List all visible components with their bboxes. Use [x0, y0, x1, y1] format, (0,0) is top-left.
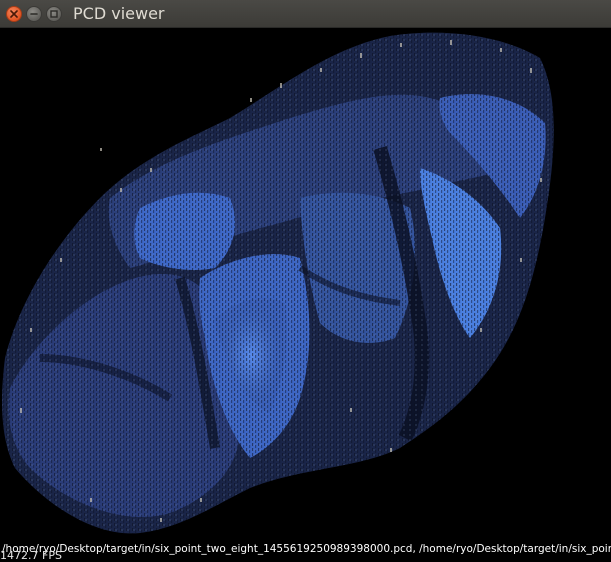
- close-icon: [10, 10, 18, 18]
- minimize-button[interactable]: [26, 6, 42, 22]
- minimize-icon: [30, 13, 38, 15]
- loaded-files-label: /home/ryo/Desktop/target/in/six_point_tw…: [2, 543, 611, 555]
- maximize-icon: [50, 10, 58, 18]
- title-bar[interactable]: PCD viewer: [0, 0, 611, 28]
- fps-counter: 1472.7 FPS: [0, 549, 62, 562]
- window-title: PCD viewer: [73, 4, 165, 23]
- point-cloud-render: [2, 32, 554, 534]
- maximize-button[interactable]: [46, 6, 62, 22]
- point-cloud-viewport[interactable]: [0, 28, 611, 562]
- cloud-texture: [2, 32, 554, 534]
- pcd-viewer-window: PCD viewer /home/ryo/Desktop/target/in/s…: [0, 0, 611, 562]
- close-button[interactable]: [6, 6, 22, 22]
